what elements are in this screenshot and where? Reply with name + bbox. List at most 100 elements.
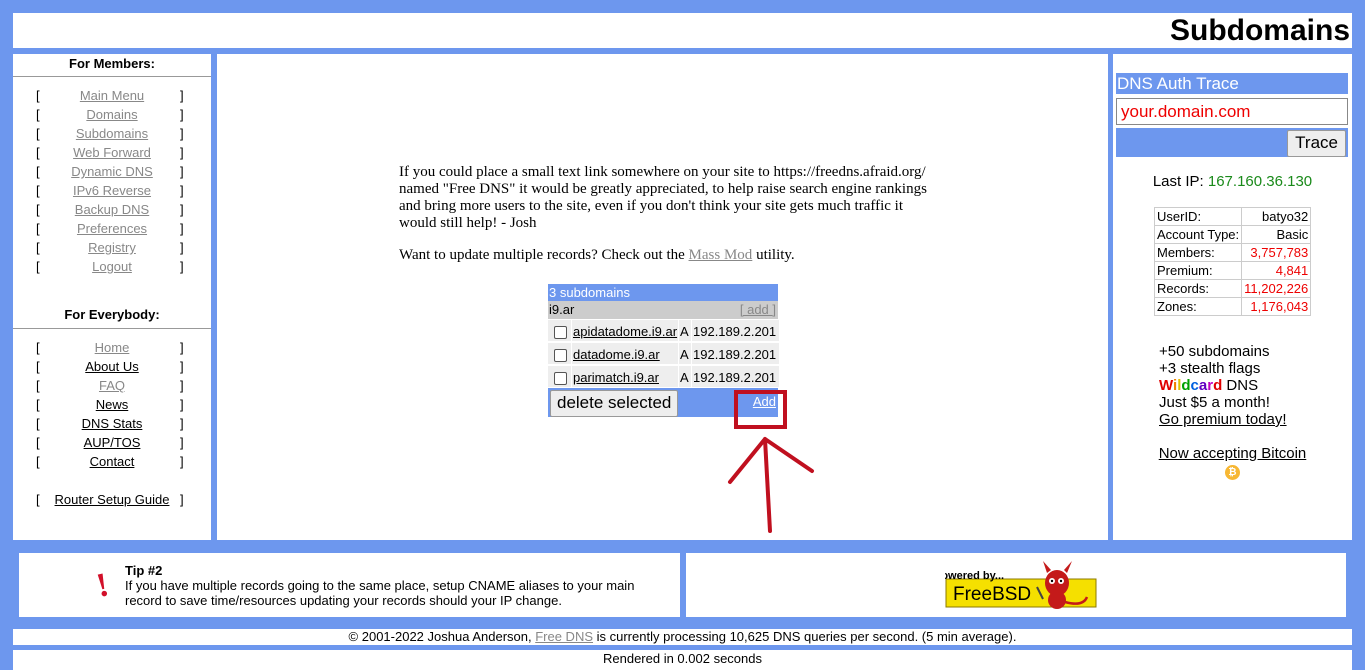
nav-row: [Subdomains] [13, 124, 211, 143]
everybody-heading: For Everybody: [64, 307, 160, 322]
last-ip: Last IP: 167.160.36.130 [1113, 173, 1352, 190]
trace-domain-input[interactable]: your.domain.com [1116, 98, 1348, 125]
right-bracket: ] [180, 145, 184, 160]
right-bracket: ] [180, 359, 184, 374]
table-footer: delete selected Add [548, 388, 778, 417]
nav-link-aup-tos[interactable]: AUP/TOS [84, 435, 141, 450]
stat-value: Basic [1241, 225, 1312, 244]
nav-link-news[interactable]: News [96, 397, 129, 412]
subdomains-table: 3 subdomains i9.ar [ add ] apidatadome.i… [548, 284, 779, 417]
table-row: datadome.i9.ar A 192.189.2.201 [548, 342, 779, 365]
right-bracket: ] [180, 183, 184, 198]
type-cell: A [679, 343, 691, 364]
divider [13, 328, 211, 329]
go-premium-link[interactable]: Go premium today! [1159, 411, 1287, 428]
nav-link-registry[interactable]: Registry [88, 240, 136, 255]
stats-row: Records: 11,202,226 [1153, 279, 1312, 298]
nav-row: [Home] [13, 338, 211, 357]
wildcard-rainbow-text: Wildcard [1159, 377, 1223, 394]
nav-link-main-menu[interactable]: Main Menu [80, 88, 144, 103]
stats-row: Zones: 1,176,043 [1153, 297, 1312, 316]
nav-link-faq[interactable]: FAQ [99, 378, 125, 393]
stat-label: Premium: [1153, 261, 1243, 280]
bitcoin-section: Now accepting Bitcoin ₿ [1113, 445, 1352, 480]
mass-mod-paragraph: Want to update multiple records? Check o… [399, 247, 939, 264]
copyright-footer: © 2001-2022 Joshua Anderson, Free DNS is… [13, 629, 1352, 645]
stats-row: Premium: 4,841 [1153, 261, 1312, 280]
nav-row: [Dynamic DNS] [13, 162, 211, 181]
value-cell: 192.189.2.201 [692, 320, 779, 341]
nav-row: [DNS Stats] [13, 414, 211, 433]
stat-label: UserID: [1153, 207, 1243, 226]
stat-label: Zones: [1153, 297, 1243, 316]
intro-text: If you could place a small text link som… [399, 164, 939, 279]
nav-link-home[interactable]: Home [95, 340, 130, 355]
mass-mod-link[interactable]: Mass Mod [689, 247, 753, 263]
stat-value: 4,841 [1241, 261, 1312, 280]
right-sidebar: DNS Auth Trace your.domain.com Trace Las… [1113, 54, 1352, 540]
nav-link-logout[interactable]: Logout [92, 259, 132, 274]
right-bracket: ] [180, 202, 184, 217]
nav-link-ipv6-reverse[interactable]: IPv6 Reverse [73, 183, 151, 198]
nav-link-about-us[interactable]: About Us [85, 359, 138, 374]
bitcoin-link[interactable]: Now accepting Bitcoin [1159, 445, 1307, 462]
svg-text:Powered by...: Powered by... [945, 570, 1004, 582]
right-bracket: ] [180, 240, 184, 255]
promo-line: +3 stealth flags [1159, 360, 1261, 377]
nav-row: [Backup DNS] [13, 200, 211, 219]
select-checkbox[interactable] [554, 372, 567, 385]
right-bracket: ] [180, 107, 184, 122]
subdomain-link[interactable]: parimatch.i9.ar [573, 370, 659, 385]
subdomain-link[interactable]: apidatadome.i9.ar [573, 324, 677, 339]
queries-text: is currently processing 10,625 DNS queri… [593, 629, 1017, 644]
stat-label: Members: [1153, 243, 1243, 262]
value-cell: 192.189.2.201 [692, 343, 779, 364]
promo-line: Just $5 a month! [1159, 394, 1270, 411]
trace-button-bar: Trace [1116, 128, 1348, 157]
nav-link-dynamic-dns[interactable]: Dynamic DNS [71, 164, 153, 179]
tip-box: ! Tip #2 If you have multiple records go… [19, 553, 680, 617]
stat-value: batyo32 [1241, 207, 1312, 226]
tip-text: Tip #2 If you have multiple records goin… [125, 563, 645, 608]
right-bracket: ] [180, 88, 184, 103]
subdomain-link[interactable]: datadome.i9.ar [573, 347, 660, 362]
nav-link-backup-dns[interactable]: Backup DNS [75, 202, 149, 217]
copyright-text: © 2001-2022 Joshua Anderson, [348, 629, 536, 644]
nav-link-subdomains[interactable]: Subdomains [76, 126, 148, 141]
stats-row: UserID: batyo32 [1153, 207, 1312, 226]
nav-row: [Main Menu] [13, 86, 211, 105]
promo-dns-text: DNS [1222, 377, 1259, 394]
select-checkbox[interactable] [554, 326, 567, 339]
subdomains-count-header: 3 subdomains [548, 284, 778, 301]
promo-wildcard-line: Wildcard DNS [1159, 377, 1287, 394]
freebsd-logo[interactable]: Powered by... FreeBSD [945, 557, 1097, 613]
nav-link-router-setup-guide[interactable]: Router Setup Guide [55, 492, 170, 507]
right-bracket: ] [180, 492, 184, 507]
nav-row: [Registry] [13, 238, 211, 257]
delete-selected-button[interactable]: delete selected [550, 390, 679, 417]
divider [13, 76, 211, 77]
nav-link-contact[interactable]: Contact [90, 454, 135, 469]
zone-name: i9.ar [549, 302, 575, 317]
select-checkbox[interactable] [554, 349, 567, 362]
free-dns-link[interactable]: Free DNS [535, 629, 593, 644]
nav-row: [Domains] [13, 105, 211, 124]
main-content: If you could place a small text link som… [217, 54, 1108, 540]
add-subdomain-link[interactable]: Add [753, 394, 776, 409]
page-title: Subdomains [1169, 14, 1350, 47]
nav-link-preferences[interactable]: Preferences [77, 221, 147, 236]
trace-button[interactable]: Trace [1287, 130, 1346, 157]
nav-link-web-forward[interactable]: Web Forward [73, 145, 151, 160]
table-row: parimatch.i9.ar A 192.189.2.201 [548, 365, 779, 388]
nav-row-router-guide: [ Router Setup Guide ] [13, 490, 211, 509]
zone-add-link[interactable]: [ add ] [740, 301, 776, 319]
nav-row: [FAQ] [13, 376, 211, 395]
nav-link-domains[interactable]: Domains [86, 107, 137, 122]
members-heading: For Members: [69, 56, 155, 71]
nav-row: [Preferences] [13, 219, 211, 238]
nav-link-dns-stats[interactable]: DNS Stats [82, 416, 143, 431]
mass-mod-text: Want to update multiple records? Check o… [399, 247, 689, 263]
stat-value: 11,202,226 [1241, 279, 1312, 298]
right-bracket: ] [180, 126, 184, 141]
zone-row: i9.ar [ add ] [548, 301, 778, 319]
